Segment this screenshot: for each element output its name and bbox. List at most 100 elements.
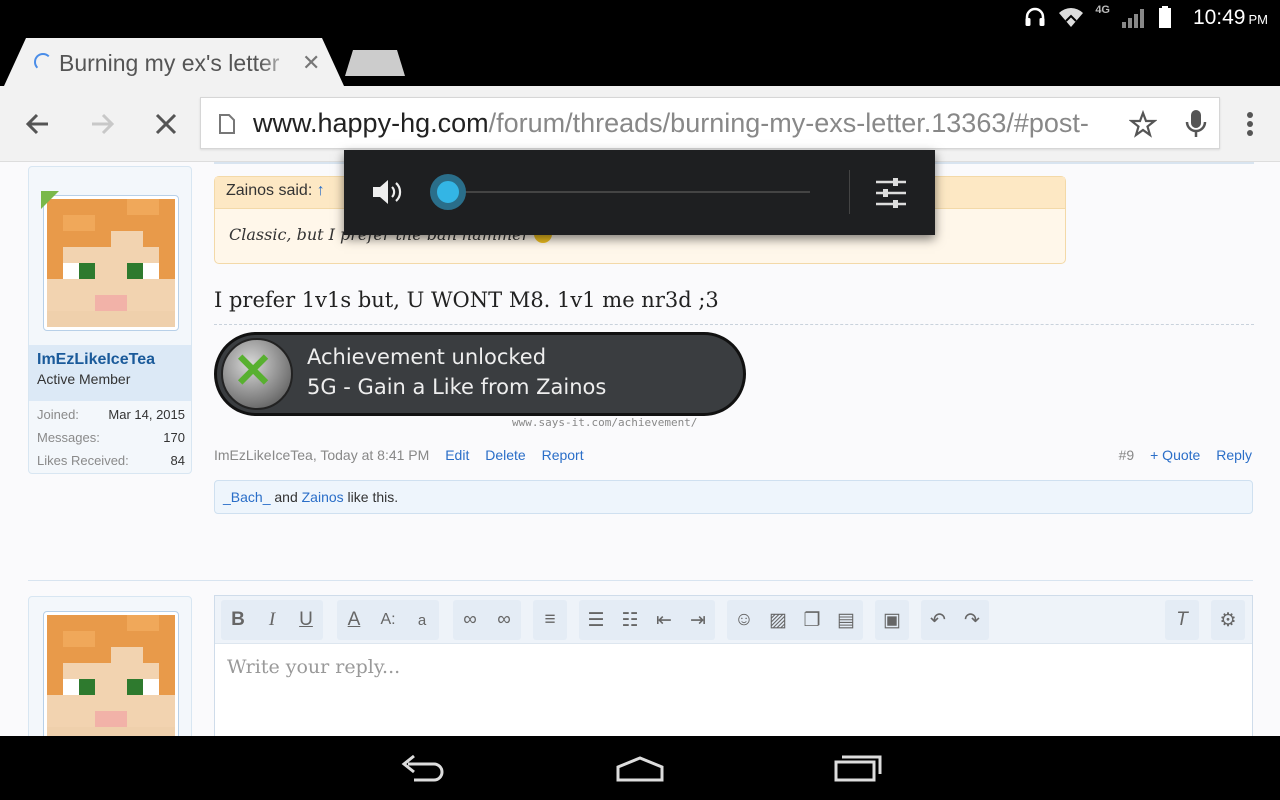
- headset-icon: [1025, 7, 1045, 26]
- stat-value: 84: [170, 453, 185, 468]
- outdent-icon[interactable]: ⇤: [647, 600, 681, 640]
- volume-panel: [344, 150, 935, 235]
- reply-link[interactable]: Reply: [1216, 447, 1252, 463]
- save-draft-icon[interactable]: ▣: [875, 600, 909, 640]
- undo-icon[interactable]: ↶: [921, 600, 955, 640]
- loading-spinner-icon: [34, 53, 52, 71]
- user-title: Active Member: [37, 371, 131, 387]
- stat-label: Likes Received:: [37, 453, 129, 468]
- quote-author: Zainos said:: [226, 182, 313, 199]
- username-link[interactable]: ImEzLikeIceTea: [37, 351, 183, 369]
- unlink-icon[interactable]: ∞: [487, 600, 521, 640]
- home-nav-icon[interactable]: [610, 750, 670, 786]
- smilie-icon[interactable]: ☺: [727, 600, 761, 640]
- align-group: ≡: [533, 600, 567, 640]
- remove-format-icon[interactable]: T: [1165, 600, 1199, 640]
- quote-link[interactable]: + Quote: [1150, 447, 1200, 463]
- edit-link[interactable]: Edit: [445, 447, 469, 463]
- volume-slider-thumb[interactable]: [430, 174, 466, 210]
- back-arrow-icon[interactable]: [20, 106, 56, 142]
- font-group: A A: a: [337, 600, 439, 640]
- delete-link[interactable]: Delete: [485, 447, 525, 463]
- battery-icon: [1159, 6, 1171, 28]
- indent-icon[interactable]: ⇥: [681, 600, 715, 640]
- stat-label: Messages:: [37, 430, 100, 445]
- code-icon[interactable]: ▤: [829, 600, 863, 640]
- media-icon[interactable]: ❐: [795, 600, 829, 640]
- toggle-bbcode-icon[interactable]: ⚙: [1211, 600, 1245, 640]
- signature-divider: [214, 324, 1254, 325]
- url-host: www.happy-hg.com: [253, 108, 489, 138]
- bold-icon[interactable]: B: [221, 600, 255, 640]
- history-group: ↶ ↷: [921, 600, 989, 640]
- likes-summary: _Bach_ and Zainos like this.: [214, 480, 1253, 514]
- network-type-label: 4G: [1095, 4, 1110, 16]
- new-tab-button[interactable]: [345, 50, 405, 76]
- volume-divider: [849, 170, 850, 214]
- bullet-list-icon[interactable]: ☰: [579, 600, 613, 640]
- speaker-icon[interactable]: [370, 176, 404, 208]
- wifi-sync-icon: [1059, 8, 1084, 29]
- insert-group: ☺ ▨ ❐ ▤: [727, 600, 863, 640]
- status-icons: 4G: [1023, 4, 1172, 30]
- achievement-title: Achievement unlocked: [307, 345, 547, 369]
- message-actions: #9 + Quote Reply: [1119, 447, 1252, 463]
- toggle-group: ⚙: [1211, 600, 1245, 640]
- avatar[interactable]: [43, 195, 179, 331]
- clock-time: 10:49: [1192, 6, 1246, 29]
- stat-likes: Likes Received: 84: [37, 453, 185, 476]
- stop-loading-icon[interactable]: [148, 106, 184, 142]
- volume-track[interactable]: [450, 191, 810, 193]
- text-color-icon[interactable]: A: [337, 600, 371, 640]
- report-link[interactable]: Report: [542, 447, 584, 463]
- stat-value: Mar 14, 2015: [108, 407, 185, 422]
- url-path: /forum/threads/burning-my-exs-letter.133…: [488, 108, 1089, 138]
- overflow-menu-icon[interactable]: [1232, 106, 1268, 142]
- url-text[interactable]: www.happy-hg.com/forum/threads/burning-m…: [253, 108, 1119, 139]
- font-family-icon[interactable]: a: [405, 600, 439, 640]
- editor-toolbar: B I U A A: a ∞ ∞ ≡ ☰ ☷ ⇤ ⇥ ☺ ▨ ❐ ▤ ▣ ↶ ↷…: [215, 596, 1252, 644]
- active-tab[interactable]: Burning my ex's letter ✕: [4, 38, 344, 86]
- liker-link[interactable]: Zainos: [302, 489, 344, 505]
- back-nav-icon[interactable]: [394, 750, 454, 786]
- page-icon: [219, 114, 235, 134]
- underline-icon[interactable]: U: [289, 600, 323, 640]
- tab-title: Burning my ex's letter: [59, 50, 280, 76]
- post-number[interactable]: #9: [1119, 447, 1135, 463]
- clock: 10:49 PM: [1193, 6, 1268, 30]
- font-size-icon[interactable]: A:: [371, 600, 405, 640]
- reply-user-info: [28, 596, 192, 736]
- stat-label: Joined:: [37, 407, 79, 422]
- stat-value: 170: [163, 430, 185, 445]
- user-name-block: ImEzLikeIceTea Active Member: [29, 345, 191, 401]
- reply-input[interactable]: Write your reply...: [227, 656, 400, 678]
- link-icon[interactable]: ∞: [453, 600, 487, 640]
- liker-link[interactable]: _Bach_: [223, 489, 270, 505]
- forum-page: ImEzLikeIceTea Active Member Joined: Mar …: [0, 162, 1280, 736]
- user-avatar-image: [47, 615, 175, 736]
- likes-and: and: [270, 489, 302, 505]
- address-bar[interactable]: www.happy-hg.com/forum/threads/burning-m…: [200, 97, 1220, 149]
- microphone-icon[interactable]: [1185, 108, 1207, 140]
- tab-close-button[interactable]: ✕: [302, 50, 320, 76]
- image-icon[interactable]: ▨: [761, 600, 795, 640]
- forward-arrow-icon[interactable]: [84, 106, 120, 142]
- align-icon[interactable]: ≡: [533, 600, 567, 640]
- sound-settings-icon[interactable]: [874, 176, 908, 210]
- redo-icon[interactable]: ↷: [955, 600, 989, 640]
- achievement-detail: 5G - Gain a Like from Zainos: [307, 375, 607, 399]
- status-bar: 4G 10:49 PM: [0, 0, 1280, 36]
- quote-jump-arrow-icon[interactable]: ↑: [317, 182, 325, 199]
- likes-suffix: like this.: [343, 489, 399, 505]
- signal-icon: [1122, 9, 1144, 28]
- online-badge: [41, 191, 59, 209]
- post-author-time[interactable]: ImEzLikeIceTea, Today at 8:41 PM: [214, 447, 429, 463]
- recents-nav-icon[interactable]: [828, 750, 888, 786]
- bookmark-star-icon[interactable]: [1129, 110, 1157, 138]
- message-meta: ImEzLikeIceTea, Today at 8:41 PM Edit De…: [214, 447, 584, 463]
- reply-avatar[interactable]: [43, 611, 179, 736]
- italic-icon[interactable]: I: [255, 600, 289, 640]
- save-group: ▣: [875, 600, 909, 640]
- link-group: ∞ ∞: [453, 600, 521, 640]
- numbered-list-icon[interactable]: ☷: [613, 600, 647, 640]
